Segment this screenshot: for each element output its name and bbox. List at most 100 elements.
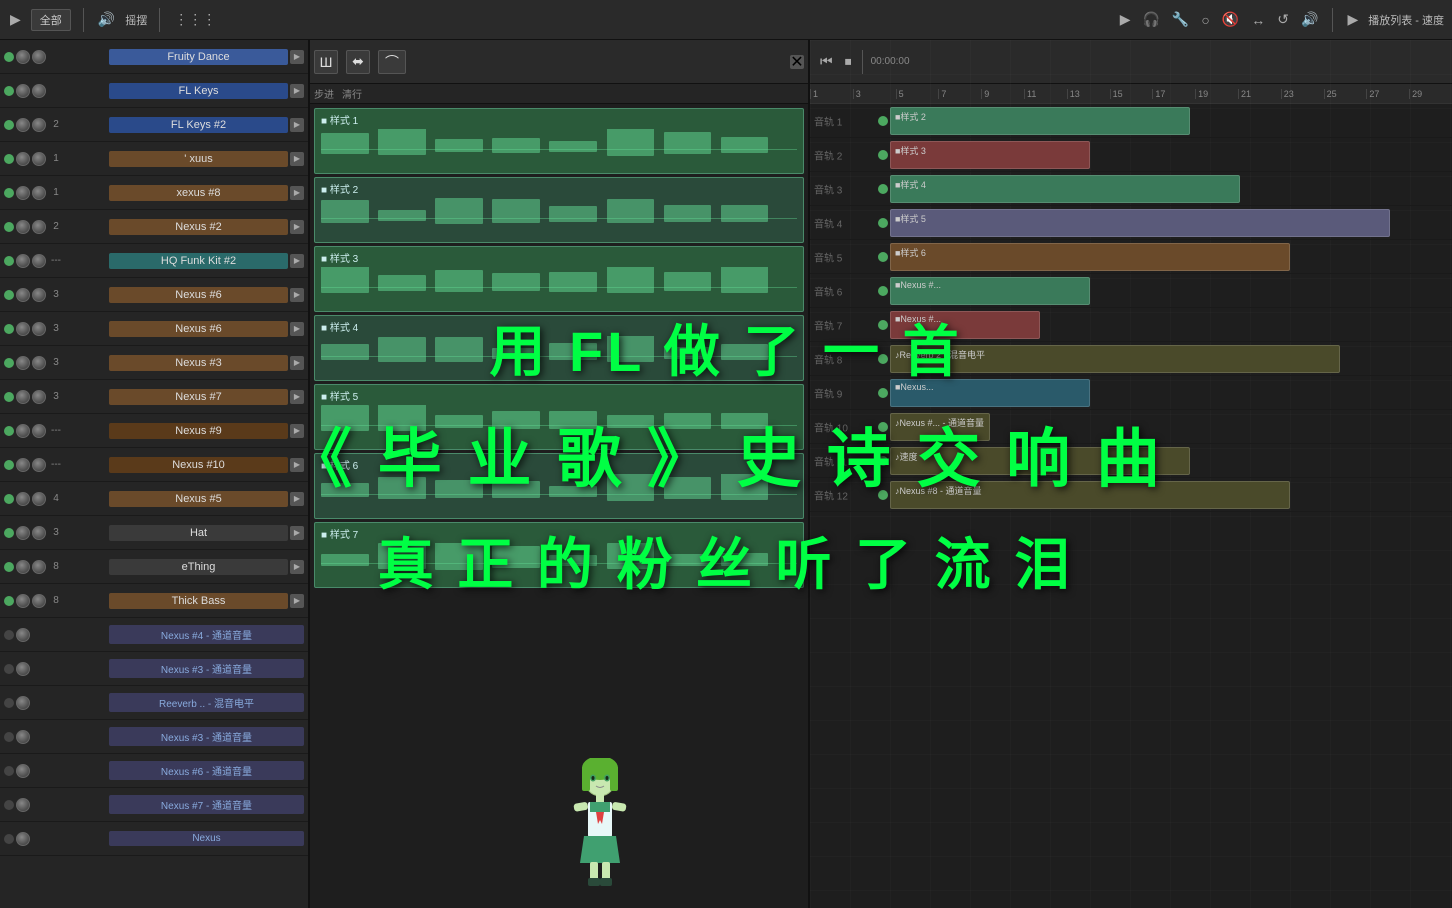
track-expand-btn[interactable]: ▶: [290, 458, 304, 472]
track-item[interactable]: --- HQ Funk Kit #2 ▶: [0, 244, 308, 278]
track-name-label[interactable]: Nexus: [109, 831, 304, 846]
track-name-label[interactable]: Thick Bass: [109, 593, 288, 609]
track-item[interactable]: 1 xexus #8 ▶: [0, 176, 308, 210]
pattern-block[interactable]: ■ 样式 5: [314, 384, 804, 450]
track-knob-vol[interactable]: [16, 322, 30, 336]
track-name-label[interactable]: Reeverb .. - 混音电平: [109, 693, 304, 712]
track-knob-pan[interactable]: [32, 356, 46, 370]
track-knob-pan[interactable]: [32, 84, 46, 98]
track-knob-pan[interactable]: [32, 118, 46, 132]
loop-icon[interactable]: ↺: [1275, 9, 1291, 30]
track-knob-pan[interactable]: [32, 220, 46, 234]
play-all-btn[interactable]: 全部: [31, 9, 71, 31]
track-expand-btn[interactable]: ▶: [290, 50, 304, 64]
pattern-curve[interactable]: ⌒: [378, 50, 406, 74]
arrow-icon[interactable]: ↔: [1249, 10, 1267, 30]
track-name-label[interactable]: Nexus #5: [109, 491, 288, 507]
pattern-nav-left[interactable]: Ш: [314, 50, 338, 74]
play-transport-icon[interactable]: ▶: [1118, 9, 1133, 30]
track-knob-vol[interactable]: [16, 696, 30, 710]
headphone-icon[interactable]: 🎧: [1140, 9, 1161, 30]
wrench-icon[interactable]: 🔧: [1170, 9, 1191, 30]
track-item[interactable]: Nexus #4 - 通道音量: [0, 618, 308, 652]
play-icon[interactable]: ▶: [8, 9, 23, 30]
track-item[interactable]: Nexus #6 - 通道音量: [0, 754, 308, 788]
track-expand-btn[interactable]: ▶: [290, 288, 304, 302]
track-knob-vol[interactable]: [16, 662, 30, 676]
song-block[interactable]: ■样式 4: [890, 175, 1240, 203]
track-item[interactable]: Nexus: [0, 822, 308, 856]
mute-icon[interactable]: 🔇: [1220, 9, 1241, 30]
song-block[interactable]: ♪Nexus #8 - 通道音量: [890, 481, 1290, 509]
track-knob-pan[interactable]: [32, 560, 46, 574]
track-item[interactable]: 1 ' xuus ▶: [0, 142, 308, 176]
track-name-label[interactable]: Nexus #3 - 通道音量: [109, 659, 304, 678]
track-expand-btn[interactable]: ▶: [290, 254, 304, 268]
track-knob-vol[interactable]: [16, 424, 30, 438]
track-item[interactable]: FL Keys ▶: [0, 74, 308, 108]
track-knob-pan[interactable]: [32, 288, 46, 302]
track-name-label[interactable]: xexus #8: [109, 185, 288, 201]
track-item[interactable]: 3 Hat ▶: [0, 516, 308, 550]
pattern-block[interactable]: ■ 样式 6: [314, 453, 804, 519]
song-block[interactable]: ♪Reeverb 2 - 混音电平: [890, 345, 1340, 373]
track-name-label[interactable]: HQ Funk Kit #2: [109, 253, 288, 269]
track-knob-pan[interactable]: [32, 152, 46, 166]
song-block[interactable]: ♪速度: [890, 447, 1190, 475]
track-knob-vol[interactable]: [16, 84, 30, 98]
track-item[interactable]: 2 FL Keys #2 ▶: [0, 108, 308, 142]
pattern-block[interactable]: ■ 样式 2: [314, 177, 804, 243]
track-name-label[interactable]: Nexus #6: [109, 321, 288, 337]
pattern-nav-right[interactable]: ⬌: [346, 50, 370, 74]
song-block[interactable]: ■样式 6: [890, 243, 1290, 271]
track-name-label[interactable]: ' xuus: [109, 151, 288, 167]
track-name-label[interactable]: eThing: [109, 559, 288, 575]
song-block[interactable]: ■样式 2: [890, 107, 1190, 135]
track-knob-vol[interactable]: [16, 560, 30, 574]
track-knob-vol[interactable]: [16, 152, 30, 166]
vol-icon[interactable]: 🔊: [1299, 9, 1320, 30]
track-name-label[interactable]: Fruity Dance: [109, 49, 288, 65]
track-knob-pan[interactable]: [32, 390, 46, 404]
track-name-label[interactable]: Nexus #10: [109, 457, 288, 473]
playlist-icon[interactable]: ▶: [1345, 9, 1360, 30]
track-name-label[interactable]: Nexus #2: [109, 219, 288, 235]
song-stop-icon[interactable]: ⏹: [843, 51, 854, 72]
track-knob-vol[interactable]: [16, 628, 30, 642]
track-knob-vol[interactable]: [16, 254, 30, 268]
track-expand-btn[interactable]: ▶: [290, 322, 304, 336]
track-item[interactable]: Fruity Dance ▶: [0, 40, 308, 74]
song-block[interactable]: ■Nexus #...: [890, 277, 1090, 305]
track-knob-vol[interactable]: [16, 594, 30, 608]
track-name-label[interactable]: Nexus #7 - 通道音量: [109, 795, 304, 814]
track-knob-vol[interactable]: [16, 798, 30, 812]
song-block[interactable]: ■Nexus...: [890, 379, 1090, 407]
track-item[interactable]: Reeverb .. - 混音电平: [0, 686, 308, 720]
volume-icon[interactable]: 🔊: [96, 9, 117, 30]
pattern-block[interactable]: ■ 样式 1: [314, 108, 804, 174]
track-expand-btn[interactable]: ▶: [290, 390, 304, 404]
song-block[interactable]: ■Nexus #...: [890, 311, 1040, 339]
track-knob-vol[interactable]: [16, 526, 30, 540]
track-name-label[interactable]: Nexus #3: [109, 355, 288, 371]
track-item[interactable]: 3 Nexus #3 ▶: [0, 346, 308, 380]
pattern-block[interactable]: ■ 样式 3: [314, 246, 804, 312]
track-expand-btn[interactable]: ▶: [290, 186, 304, 200]
track-knob-vol[interactable]: [16, 186, 30, 200]
track-expand-btn[interactable]: ▶: [290, 526, 304, 540]
track-expand-btn[interactable]: ▶: [290, 220, 304, 234]
track-expand-btn[interactable]: ▶: [290, 84, 304, 98]
track-name-label[interactable]: Nexus #9: [109, 423, 288, 439]
track-expand-btn[interactable]: ▶: [290, 560, 304, 574]
track-item[interactable]: Nexus #7 - 通道音量: [0, 788, 308, 822]
track-name-label[interactable]: Nexus #4 - 通道音量: [109, 625, 304, 644]
track-item[interactable]: Nexus #3 - 通道音量: [0, 720, 308, 754]
track-name-label[interactable]: Hat: [109, 525, 288, 541]
track-knob-pan[interactable]: [32, 186, 46, 200]
track-item[interactable]: 2 Nexus #2 ▶: [0, 210, 308, 244]
track-knob-vol[interactable]: [16, 730, 30, 744]
track-knob-pan[interactable]: [32, 594, 46, 608]
cut-icon[interactable]: ○: [1199, 10, 1211, 30]
track-expand-btn[interactable]: ▶: [290, 424, 304, 438]
track-name-label[interactable]: Nexus #6: [109, 287, 288, 303]
